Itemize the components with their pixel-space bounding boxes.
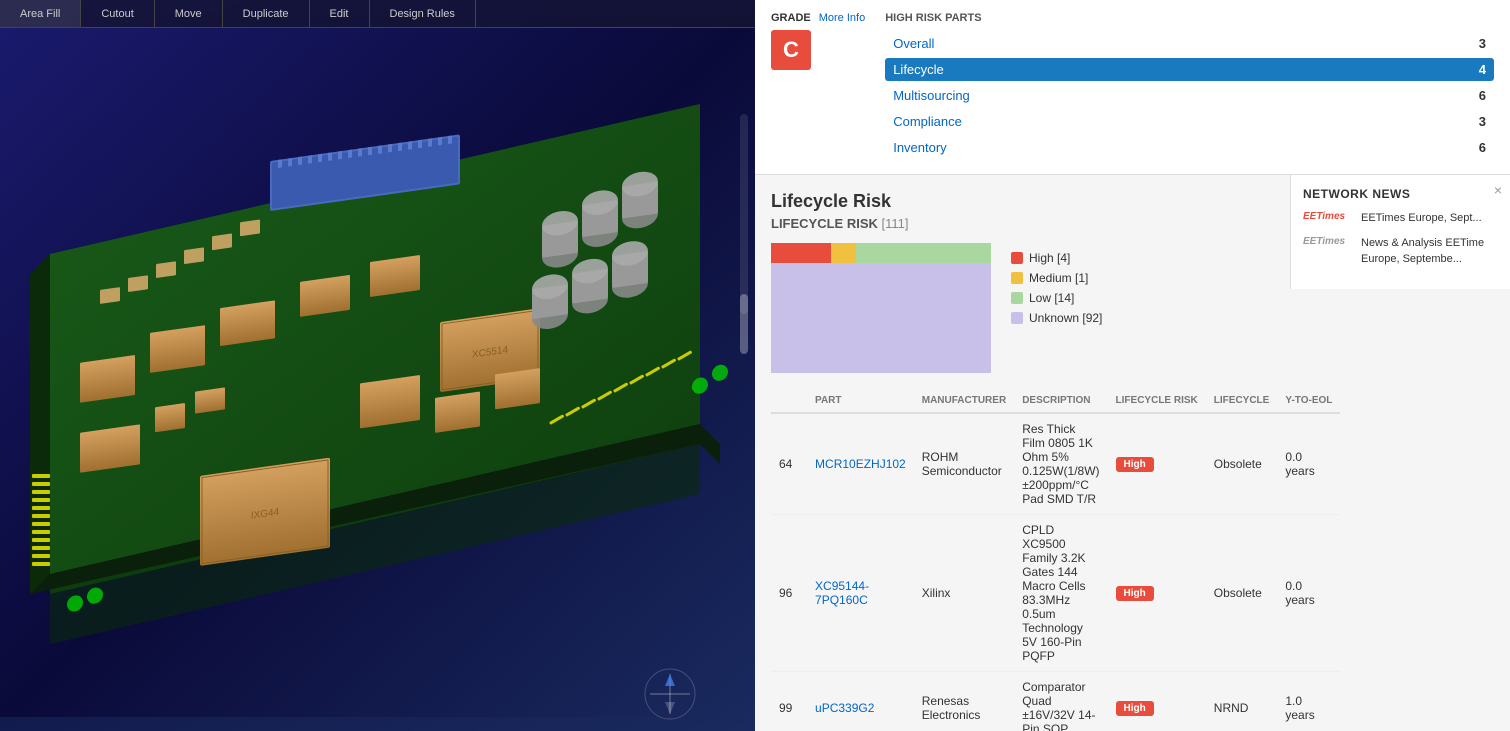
row1-risk-badge: High <box>1116 457 1154 472</box>
legend-label-unknown: Unknown [92] <box>1029 311 1102 325</box>
col-header-part: PART <box>807 389 914 413</box>
risk-name-inventory: Inventory <box>893 140 1466 155</box>
col-header-num <box>771 389 807 413</box>
parts-table: PART MANUFACTURER DESCRIPTION LIFECYCLE … <box>771 389 1340 731</box>
grade-label: GRADE <box>771 12 811 24</box>
news-item-1: EETimes EETimes Europe, Sept... <box>1303 211 1498 226</box>
grade-box: GRADE More Info C <box>771 12 865 70</box>
treemap-svg <box>771 243 991 373</box>
pcb-view: Area Fill Cutout Move Duplicate Edit Des… <box>0 0 755 731</box>
row3-num: 99 <box>771 672 807 731</box>
news-text-2: News & Analysis EETime Europe, Septembe.… <box>1361 236 1498 267</box>
legend-label-high: High [4] <box>1029 251 1070 265</box>
high-risk-title: HIGH RISK PARTS <box>885 12 1494 24</box>
row2-manufacturer: Xilinx <box>914 515 1014 672</box>
risk-count-lifecycle: 4 <box>1466 62 1486 77</box>
high-risk-section: HIGH RISK PARTS Overall 3 Lifecycle 4 Mu… <box>885 12 1494 162</box>
legend-dot-medium <box>1011 272 1023 284</box>
row3-risk-badge: High <box>1116 701 1154 716</box>
risk-item-lifecycle[interactable]: Lifecycle 4 <box>885 58 1494 81</box>
news-item-2: EETimes News & Analysis EETime Europe, S… <box>1303 236 1498 267</box>
row1-part-link[interactable]: MCR10EZHJ102 <box>815 457 906 471</box>
risk-count-inventory: 6 <box>1466 140 1486 155</box>
legend-label-medium: Medium [1] <box>1029 271 1088 285</box>
col-header-description: DESCRIPTION <box>1014 389 1107 413</box>
area-fill-tool[interactable]: Area Fill <box>0 0 81 27</box>
grade-section: GRADE More Info C HIGH RISK PARTS Overal… <box>755 0 1510 175</box>
row1-num: 64 <box>771 413 807 515</box>
legend-dot-unknown <box>1011 312 1023 324</box>
close-button[interactable]: × <box>1494 183 1502 197</box>
treemap-container <box>771 243 991 373</box>
news-source-2: EETimes <box>1303 236 1353 267</box>
news-source-1: EETimes <box>1303 211 1353 226</box>
cutout-tool[interactable]: Cutout <box>81 0 154 27</box>
row2-part-link[interactable]: XC95144-7PQ160C <box>815 579 869 607</box>
legend-item-low: Low [14] <box>1011 291 1102 305</box>
row1-lifecycle: Obsolete <box>1206 413 1278 515</box>
pcb-3d-board: IXG44 XC5514 <box>0 0 755 731</box>
col-header-ytoeol: Y-TO-EOL <box>1277 389 1340 413</box>
risk-name-lifecycle: Lifecycle <box>893 62 1466 77</box>
edit-tool[interactable]: Edit <box>310 0 370 27</box>
legend-dot-low <box>1011 292 1023 304</box>
legend-item-medium: Medium [1] <box>1011 271 1102 285</box>
lifecycle-risk-label: LIFECYCLE RISK <box>771 216 878 231</box>
row1-description: Res Thick Film 0805 1K Ohm 5% 0.125W(1/8… <box>1014 413 1107 515</box>
row2-description: CPLD XC9500 Family 3.2K Gates 144 Macro … <box>1014 515 1107 672</box>
risk-name-overall: Overall <box>893 36 1466 51</box>
col-header-lifecycle: LIFECYCLE <box>1206 389 1278 413</box>
row2-lifecycle: Obsolete <box>1206 515 1278 672</box>
row1-ytoeol: 0.0 years <box>1277 413 1340 515</box>
panel-wrapper: Lifecycle Risk LIFECYCLE RISK [111] <box>755 175 1510 731</box>
lifecycle-risk-count: [111] <box>882 216 909 231</box>
grade-letter: C <box>771 30 811 70</box>
col-header-manufacturer: MANUFACTURER <box>914 389 1014 413</box>
row3-lifecycle: NRND <box>1206 672 1278 731</box>
risk-item-multisourcing[interactable]: Multisourcing 6 <box>885 84 1494 107</box>
legend-item-high: High [4] <box>1011 251 1102 265</box>
design-rules-tool[interactable]: Design Rules <box>370 0 476 27</box>
row3-part-link[interactable]: uPC339G2 <box>815 701 874 715</box>
risk-item-inventory[interactable]: Inventory 6 <box>885 136 1494 159</box>
lifecycle-title: Lifecycle Risk <box>771 191 1280 212</box>
row2-num: 96 <box>771 515 807 672</box>
row2-ytoeol: 0.0 years <box>1277 515 1340 672</box>
lifecycle-risk-header: LIFECYCLE RISK [111] <box>771 216 1280 231</box>
table-row: 96 XC95144-7PQ160C Xilinx CPLD XC9500 Fa… <box>771 515 1340 672</box>
legend: High [4] Medium [1] Low [14] Unknow <box>1011 243 1102 325</box>
news-title: NETWORK NEWS <box>1303 187 1498 201</box>
row1-manufacturer: ROHM Semiconductor <box>914 413 1014 515</box>
right-panel: GRADE More Info C HIGH RISK PARTS Overal… <box>755 0 1510 731</box>
table-row: 99 uPC339G2 Renesas Electronics Comparat… <box>771 672 1340 731</box>
risk-count-compliance: 3 <box>1466 114 1486 129</box>
table-row: 64 MCR10EZHJ102 ROHM Semiconductor Res T… <box>771 413 1340 515</box>
move-tool[interactable]: Move <box>155 0 223 27</box>
legend-item-unknown: Unknown [92] <box>1011 311 1102 325</box>
chart-section: High [4] Medium [1] Low [14] Unknow <box>771 243 1280 373</box>
risk-name-compliance: Compliance <box>893 114 1466 129</box>
legend-label-low: Low [14] <box>1029 291 1074 305</box>
risk-item-overall[interactable]: Overall 3 <box>885 32 1494 55</box>
pcb-toolbar: Area Fill Cutout Move Duplicate Edit Des… <box>0 0 755 28</box>
more-info-link[interactable]: More Info <box>819 12 865 24</box>
col-header-lifecycle-risk: LIFECYCLE RISK <box>1108 389 1206 413</box>
risk-count-multisourcing: 6 <box>1466 88 1486 103</box>
network-news-panel: NETWORK NEWS × EETimes EETimes Europe, S… <box>1290 175 1510 289</box>
duplicate-tool[interactable]: Duplicate <box>223 0 310 27</box>
news-text-1: EETimes Europe, Sept... <box>1361 211 1482 226</box>
row3-ytoeol: 1.0 years <box>1277 672 1340 731</box>
risk-item-compliance[interactable]: Compliance 3 <box>885 110 1494 133</box>
row2-risk-badge: High <box>1116 586 1154 601</box>
risk-count-overall: 3 <box>1466 36 1486 51</box>
row3-manufacturer: Renesas Electronics <box>914 672 1014 731</box>
risk-name-multisourcing: Multisourcing <box>893 88 1466 103</box>
legend-dot-high <box>1011 252 1023 264</box>
row3-description: Comparator Quad ±16V/32V 14-Pin SOP <box>1014 672 1107 731</box>
